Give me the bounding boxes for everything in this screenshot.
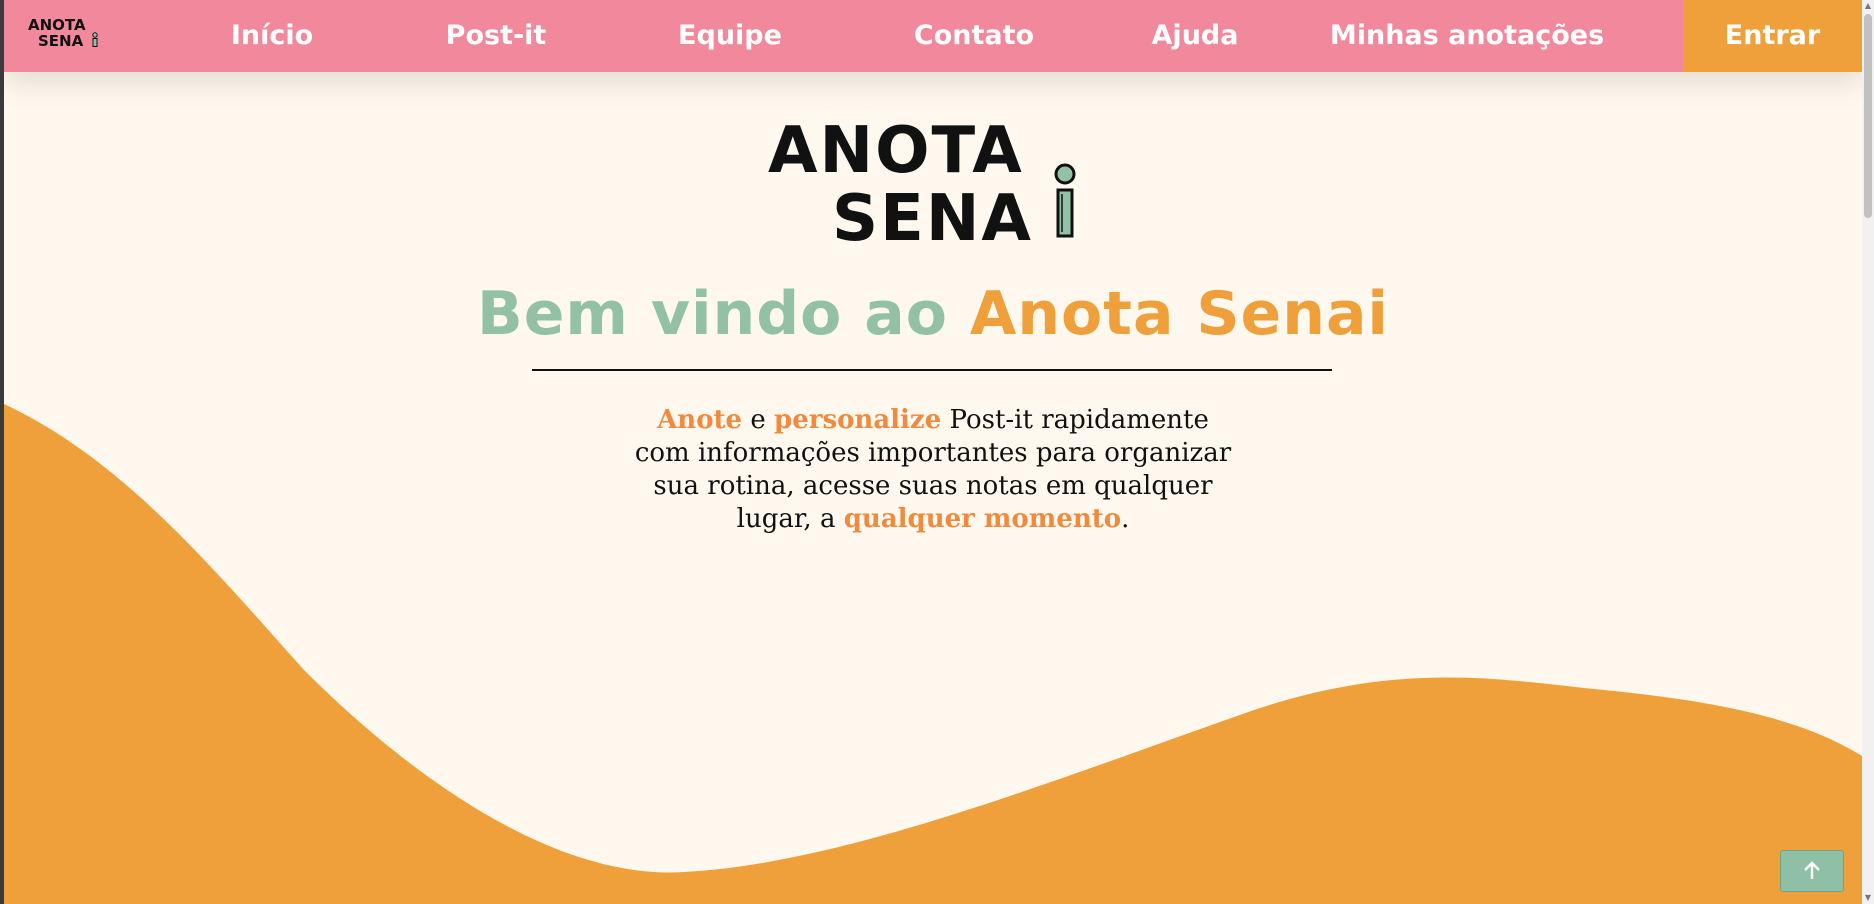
svg-text:SENA: SENA xyxy=(38,32,84,50)
page-viewport: ANOTA SENA Início Post-it Equipe Contato… xyxy=(4,0,1862,904)
highlight-qualquer-momento: qualquer momento xyxy=(843,504,1122,534)
heading-divider xyxy=(532,369,1332,371)
highlight-personalize: personalize xyxy=(774,405,942,435)
nav-item-minhas-anotacoes[interactable]: Minhas anotações xyxy=(1330,0,1604,72)
hero-logo: ANOTA SENA xyxy=(768,114,1076,250)
arrow-up-icon xyxy=(1804,861,1820,879)
nav-item-inicio[interactable]: Início xyxy=(231,0,313,72)
nav-logo[interactable]: ANOTA SENA xyxy=(24,14,104,54)
scroll-to-top-button[interactable] xyxy=(1780,850,1844,892)
svg-text:SENA: SENA xyxy=(832,182,1033,250)
scroll-up-arrow-icon[interactable]: ▲ xyxy=(1862,0,1874,12)
nav-item-equipe[interactable]: Equipe xyxy=(678,0,782,72)
nav-item-ajuda[interactable]: Ajuda xyxy=(1152,0,1239,72)
login-button[interactable]: Entrar xyxy=(1683,0,1862,72)
desc-text-1: e xyxy=(742,405,775,435)
pencil-icon xyxy=(92,32,98,47)
page-scrollbar[interactable]: ▲ ▼ xyxy=(1862,0,1874,904)
svg-text:ANOTA: ANOTA xyxy=(768,114,1024,188)
pencil-icon xyxy=(1054,163,1076,238)
nav-item-post-it[interactable]: Post-it xyxy=(446,0,547,72)
hero-description: Anote e personalize Post-it rapidamente … xyxy=(629,404,1237,536)
scroll-thumb[interactable] xyxy=(1864,14,1872,218)
scroll-down-arrow-icon[interactable]: ▼ xyxy=(1862,892,1874,904)
desc-text-3: . xyxy=(1121,504,1130,534)
navbar: ANOTA SENA Início Post-it Equipe Contato… xyxy=(4,0,1862,72)
nav-item-contato[interactable]: Contato xyxy=(914,0,1034,72)
welcome-text-part1: Bem vindo ao xyxy=(477,279,948,349)
welcome-heading: Bem vindo ao Anota Senai xyxy=(4,274,1862,354)
highlight-anote: Anote xyxy=(657,405,743,435)
welcome-text-part2: Anota Senai xyxy=(969,279,1389,349)
